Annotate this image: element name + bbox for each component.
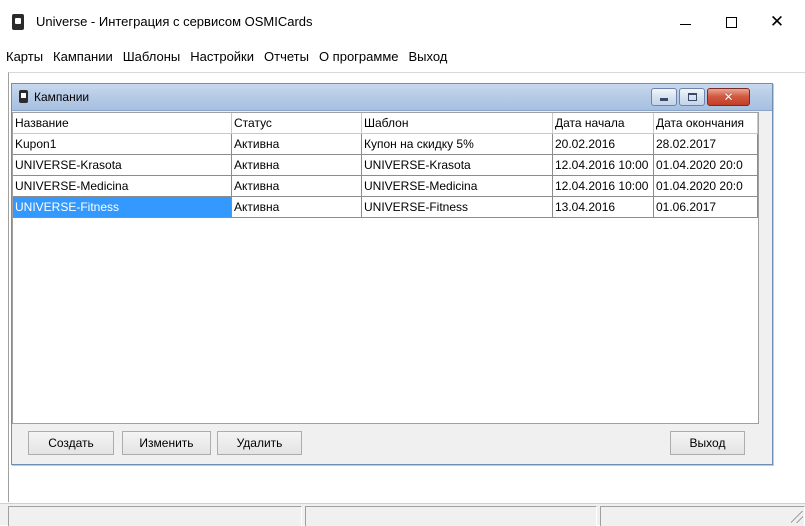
campaigns-window-titlebar[interactable]: Кампании ✕ xyxy=(12,84,772,111)
close-icon: ✕ xyxy=(769,11,785,32)
app-icon xyxy=(12,14,24,30)
exit-button[interactable]: Выход xyxy=(670,431,745,455)
menu-item-settings[interactable]: Настройки xyxy=(190,49,254,64)
cell-template[interactable]: UNIVERSE-Medicina xyxy=(362,176,553,197)
cell-start-date[interactable]: 12.04.2016 10:00 xyxy=(553,155,654,176)
column-header-name[interactable]: Название xyxy=(13,113,232,134)
close-icon: ✕ xyxy=(723,90,734,104)
cell-status[interactable]: Активна xyxy=(232,134,362,155)
create-button[interactable]: Создать xyxy=(28,431,114,455)
maximize-button[interactable] xyxy=(708,8,754,36)
menu-bar: Карты Кампании Шаблоны Настройки Отчеты … xyxy=(0,46,805,66)
cell-start-date[interactable]: 13.04.2016 xyxy=(553,197,654,218)
campaigns-window-title: Кампании xyxy=(34,90,90,104)
maximize-icon xyxy=(687,93,697,101)
child-close-button[interactable]: ✕ xyxy=(707,88,750,106)
window-titlebar[interactable]: Universe - Интеграция с сервисом OSMICar… xyxy=(0,0,805,42)
cell-name-selected[interactable]: UNIVERSE-Fitness xyxy=(13,197,232,218)
cell-end-date[interactable]: 01.04.2020 20:0 xyxy=(654,176,758,197)
edit-button[interactable]: Изменить xyxy=(122,431,211,455)
cell-status[interactable]: Активна xyxy=(232,176,362,197)
resize-grip-icon[interactable] xyxy=(791,511,803,523)
table-row[interactable]: Kupon1 Активна Купон на скидку 5% 20.02.… xyxy=(13,134,758,155)
cell-name[interactable]: UNIVERSE-Medicina xyxy=(13,176,232,197)
cell-start-date[interactable]: 12.04.2016 10:00 xyxy=(553,176,654,197)
cell-template[interactable]: UNIVERSE-Fitness xyxy=(362,197,553,218)
column-header-end-date[interactable]: Дата окончания xyxy=(654,113,758,134)
menu-item-about[interactable]: О программе xyxy=(319,49,399,64)
menu-item-campaigns[interactable]: Кампании xyxy=(53,49,113,64)
menu-item-templates[interactable]: Шаблоны xyxy=(123,49,181,64)
cell-name[interactable]: Kupon1 xyxy=(13,134,232,155)
status-bar xyxy=(0,503,805,526)
column-header-template[interactable]: Шаблон xyxy=(362,113,553,134)
delete-button[interactable]: Удалить xyxy=(217,431,302,455)
cell-end-date[interactable]: 01.04.2020 20:0 xyxy=(654,155,758,176)
column-header-start-date[interactable]: Дата начала xyxy=(553,113,654,134)
campaigns-window-icon xyxy=(19,90,28,103)
cell-template[interactable]: UNIVERSE-Krasota xyxy=(362,155,553,176)
menu-item-cards[interactable]: Карты xyxy=(6,49,43,64)
window-title: Universe - Интеграция с сервисом OSMICar… xyxy=(36,14,313,29)
child-maximize-button[interactable] xyxy=(679,88,705,106)
menu-item-reports[interactable]: Отчеты xyxy=(264,49,309,64)
cell-status[interactable]: Активна xyxy=(232,155,362,176)
cell-status[interactable]: Активна xyxy=(232,197,362,218)
cell-end-date[interactable]: 28.02.2017 xyxy=(654,134,758,155)
status-panel-1 xyxy=(8,506,302,526)
table-row[interactable]: UNIVERSE-Krasota Активна UNIVERSE-Krasot… xyxy=(13,155,758,176)
table-row-selected[interactable]: UNIVERSE-Fitness Активна UNIVERSE-Fitnes… xyxy=(13,197,758,218)
campaigns-grid[interactable]: Название Статус Шаблон Дата начала Дата … xyxy=(12,112,759,424)
minimize-button[interactable] xyxy=(662,8,708,36)
cell-name[interactable]: UNIVERSE-Krasota xyxy=(13,155,232,176)
minimize-icon xyxy=(679,23,691,25)
status-panel-3 xyxy=(600,506,805,526)
cell-end-date[interactable]: 01.06.2017 xyxy=(654,197,758,218)
cell-start-date[interactable]: 20.02.2016 xyxy=(553,134,654,155)
campaigns-window: Кампании ✕ Название Статус Шаблон Дата н… xyxy=(11,83,773,465)
minimize-icon xyxy=(660,98,668,101)
child-minimize-button[interactable] xyxy=(651,88,677,106)
column-header-status[interactable]: Статус xyxy=(232,113,362,134)
maximize-icon xyxy=(725,16,737,28)
table-row[interactable]: UNIVERSE-Medicina Активна UNIVERSE-Medic… xyxy=(13,176,758,197)
grid-header: Название Статус Шаблон Дата начала Дата … xyxy=(13,113,758,134)
menu-item-exit[interactable]: Выход xyxy=(408,49,447,64)
close-button[interactable]: ✕ xyxy=(754,8,800,36)
cell-template[interactable]: Купон на скидку 5% xyxy=(362,134,553,155)
status-panel-2 xyxy=(305,506,597,526)
